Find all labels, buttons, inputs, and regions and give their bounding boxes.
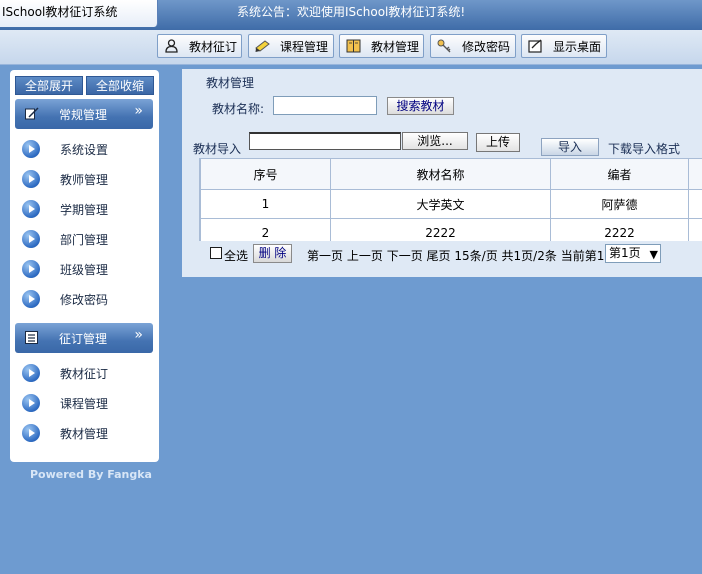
desktop-icon [528, 39, 542, 53]
play-icon [22, 394, 40, 412]
sidebar-item-label: 系统设置 [60, 143, 109, 157]
tab-label: 课程管理 [280, 40, 329, 54]
sidebar-item-teachers[interactable]: 教师管理 [22, 168, 150, 190]
table-row[interactable]: 1 大学英文 阿萨德 [200, 189, 702, 219]
sidebar-item-courses[interactable]: 课程管理 [22, 392, 150, 414]
sidebar-item-classes[interactable]: 班级管理 [22, 258, 150, 280]
tab-show-desktop[interactable]: 显示桌面 [521, 34, 607, 58]
feather-icon [25, 107, 39, 120]
prev-page-link[interactable]: 上一页 [347, 249, 383, 263]
table-cell: 2222 [330, 218, 551, 241]
main-panel: 教材管理 教材名称: 搜索教材 教材导入 浏览... 上传 导入 下载导入格式 … [182, 69, 702, 277]
upload-button[interactable]: 上传 [476, 133, 520, 152]
play-icon [22, 260, 40, 278]
collapse-all-button[interactable]: 全部收缩 [86, 76, 154, 95]
column-header: 教材名称 [330, 158, 551, 190]
table-cell: 1 [200, 189, 331, 219]
sidebar: 全部展开 全部收缩 常规管理 » 系统设置 教师管理 学期管理 部门管理 班级管… [10, 70, 159, 462]
chevron-right-icon: » [134, 103, 143, 119]
user-icon [165, 39, 178, 53]
page-title: 教材管理 [206, 76, 255, 90]
play-icon [22, 140, 40, 158]
nav-toolbar: 教材征订 课程管理 教材管理 修改密码 显示桌面 [0, 30, 702, 65]
table-cell: 2 [200, 218, 331, 241]
tab-textbook-management[interactable]: 教材管理 [339, 34, 424, 58]
sidebar-item-textbook-order[interactable]: 教材征订 [22, 362, 150, 384]
page-select[interactable]: 第1页 ▼ [605, 244, 661, 263]
search-button[interactable]: 搜索教材 [387, 97, 454, 115]
column-header: 序号 [200, 158, 331, 190]
tab-label: 教材管理 [371, 40, 420, 54]
sidebar-item-label: 部门管理 [60, 233, 109, 247]
table-header-row: 序号 教材名称 编者 [200, 158, 702, 190]
sidebar-item-label: 教师管理 [60, 173, 109, 187]
sidebar-item-label: 教材管理 [60, 427, 109, 441]
sidebar-item-semesters[interactable]: 学期管理 [22, 198, 150, 220]
first-page-link[interactable]: 第一页 [307, 249, 343, 263]
tab-textbook-order[interactable]: 教材征订 [157, 34, 242, 58]
page-select-value: 第1页 [609, 246, 641, 260]
play-icon [22, 290, 40, 308]
sidebar-item-label: 课程管理 [60, 397, 109, 411]
group-title: 常规管理 [59, 108, 108, 122]
chevron-right-icon: » [134, 327, 143, 343]
key-icon [437, 39, 451, 53]
powered-by: Powered By Fangka [30, 468, 152, 481]
sidebar-item-label: 学期管理 [60, 203, 109, 217]
pager-bar: 全选 删 除 第一页 上一页 下一页 尾页 15条/页 共1页/2条 当前第1页… [209, 244, 702, 266]
table-cell: 阿萨德 [550, 189, 689, 219]
sidebar-item-system-settings[interactable]: 系统设置 [22, 138, 150, 160]
group-title: 征订管理 [59, 332, 108, 346]
play-icon [22, 170, 40, 188]
tab-course-management[interactable]: 课程管理 [248, 34, 334, 58]
column-header-extra [688, 158, 702, 190]
tab-change-password[interactable]: 修改密码 [430, 34, 516, 58]
sidebar-item-textbooks[interactable]: 教材管理 [22, 422, 150, 444]
table-cell: 2222 [550, 218, 689, 241]
group-header-general[interactable]: 常规管理 » [15, 99, 153, 129]
import-label: 教材导入 [193, 142, 242, 156]
tab-label: 修改密码 [462, 40, 511, 54]
sidebar-item-change-password[interactable]: 修改密码 [22, 288, 150, 310]
table-cell [688, 218, 702, 241]
sidebar-item-label: 教材征订 [60, 367, 109, 381]
play-icon [22, 424, 40, 442]
sidebar-item-departments[interactable]: 部门管理 [22, 228, 150, 250]
play-icon [22, 200, 40, 218]
download-template-link[interactable]: 下载导入格式 [608, 140, 680, 157]
table-row[interactable]: 2 2222 2222 [200, 218, 702, 241]
tab-label: 显示桌面 [553, 40, 602, 54]
search-input[interactable] [273, 96, 377, 115]
sidebar-item-label: 班级管理 [60, 263, 109, 277]
delete-button[interactable]: 删 除 [253, 244, 292, 263]
pencil-icon [255, 40, 270, 52]
table-cell [688, 189, 702, 219]
select-all-label: 全选 [224, 249, 249, 263]
column-header: 编者 [550, 158, 689, 190]
group-header-ordering[interactable]: 征订管理 » [15, 323, 153, 353]
next-page-link[interactable]: 下一页 [387, 249, 423, 263]
import-button[interactable]: 导入 [541, 138, 599, 156]
select-all-checkbox[interactable] [210, 247, 222, 259]
play-icon [22, 230, 40, 248]
sidebar-item-label: 修改密码 [60, 293, 109, 307]
chevron-down-icon: ▼ [649, 248, 658, 261]
play-icon [22, 364, 40, 382]
textbook-table: 序号 教材名称 编者 1 大学英文 阿萨德 2 2222 2222 [199, 158, 702, 241]
book-icon [346, 39, 361, 53]
total-text: 共1页/2条 [501, 249, 557, 263]
search-label: 教材名称: [212, 102, 265, 116]
table-cell: 大学英文 [330, 189, 551, 219]
per-page-text: 15条/页 [454, 249, 498, 263]
list-icon [25, 331, 38, 344]
app-title: ISchool教材征订系统 [0, 0, 158, 27]
last-page-link[interactable]: 尾页 [427, 249, 451, 263]
file-path-field[interactable] [249, 132, 401, 150]
browse-button[interactable]: 浏览... [402, 132, 468, 150]
tab-label: 教材征订 [189, 40, 238, 54]
system-notice: 系统公告：欢迎使用ISchool教材征订系统! [237, 5, 466, 19]
expand-all-button[interactable]: 全部展开 [15, 76, 83, 95]
top-header: ISchool教材征订系统 系统公告：欢迎使用ISchool教材征订系统! [0, 0, 702, 30]
pager-links: 第一页 上一页 下一页 尾页 15条/页 共1页/2条 当前第1页 [307, 247, 616, 264]
